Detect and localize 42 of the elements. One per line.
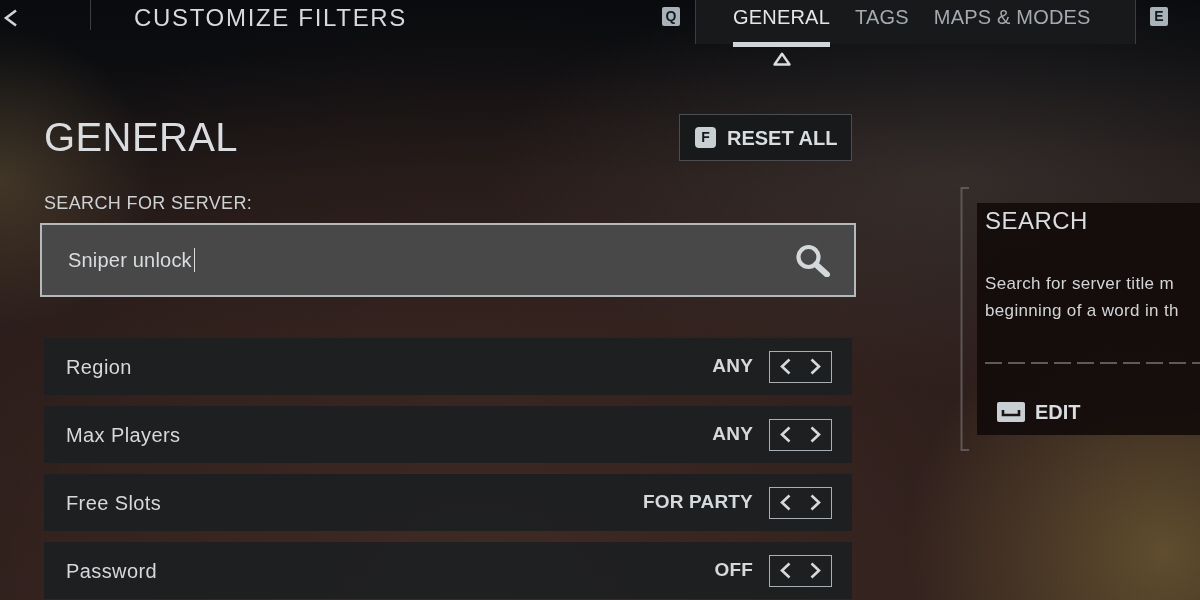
value-stepper[interactable] <box>769 554 832 587</box>
spacebar-key-icon <box>997 402 1025 422</box>
filter-label: Free Slots <box>66 490 162 516</box>
search-label: SEARCH FOR SERVER: <box>44 192 254 215</box>
filter-value: OFF <box>714 558 753 583</box>
chevron-left-icon[interactable] <box>3 9 18 27</box>
chevron-left-icon[interactable] <box>780 358 791 375</box>
filter-label: Max Players <box>66 422 181 448</box>
chevron-right-icon[interactable] <box>810 562 821 579</box>
edit-button[interactable]: EDIT <box>997 397 1081 427</box>
filter-row[interactable]: Free Slots FOR PARTY <box>44 474 852 531</box>
tab[interactable]: MAPS & MODES <box>933 0 1091 47</box>
reset-all-button[interactable]: F RESET ALL <box>679 114 852 161</box>
filter-row[interactable]: Password OFF <box>44 542 852 599</box>
value-stepper[interactable] <box>769 418 832 451</box>
filter-value: ANY <box>712 422 753 447</box>
help-description: Search for server title m beginning of a word in th <box>985 273 1180 322</box>
filter-row[interactable]: Region ANY <box>44 338 852 395</box>
chevron-left-icon[interactable] <box>780 494 791 511</box>
help-title: SEARCH <box>985 206 1089 236</box>
triangle-icon <box>772 52 791 66</box>
chevron-left-icon[interactable] <box>780 562 791 579</box>
tab[interactable]: TAGS <box>855 0 909 47</box>
filter-value: FOR PARTY <box>642 490 753 515</box>
section-heading: GENERAL <box>44 114 238 161</box>
value-stepper[interactable] <box>769 350 832 383</box>
chevron-right-icon[interactable] <box>810 494 821 511</box>
filter-label: Region <box>66 354 132 380</box>
key-badge: F <box>695 127 716 148</box>
chevron-left-icon[interactable] <box>780 426 791 443</box>
key-badge: Q <box>662 7 680 26</box>
filter-label: Password <box>66 558 157 584</box>
page-title: CUSTOMIZE FILTERS <box>134 3 408 33</box>
key-badge: E <box>1150 7 1168 26</box>
chevron-right-icon[interactable] <box>810 358 821 375</box>
value-stepper[interactable] <box>769 486 832 519</box>
search-field[interactable]: Sniper unlock <box>40 223 856 297</box>
filter-value: ANY <box>712 354 753 379</box>
chevron-right-icon[interactable] <box>810 426 821 443</box>
search-icon[interactable] <box>795 243 830 277</box>
filter-row[interactable]: Max Players ANY <box>44 406 852 463</box>
tab[interactable]: GENERAL <box>733 0 830 47</box>
